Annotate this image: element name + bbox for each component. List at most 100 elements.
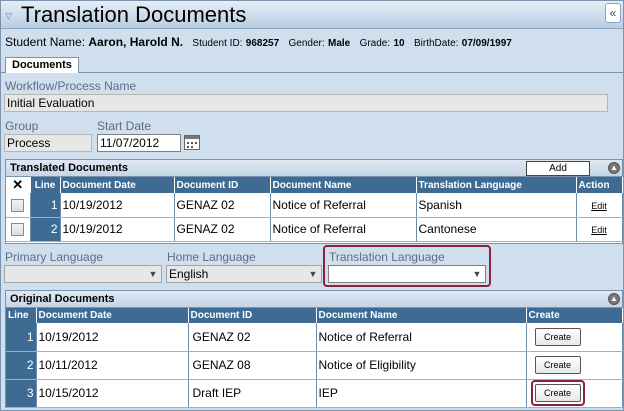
primary-language-select: ▼ [4,265,162,283]
student-id: 968257 [245,38,280,49]
original-documents-panel: Original Documents ▲ Line Document Date … [5,290,623,408]
grade-label: Grade: [359,38,391,49]
action-cell: Edit [576,193,623,218]
table-row: 3 10/15/2012 Draft IEP IEP Create [6,379,623,408]
line-number: 1 [30,193,61,218]
table-row: 1 10/19/2012 GENAZ 02 Notice of Referral… [6,323,623,352]
translation-language: Cantonese [416,217,577,242]
edit-link[interactable]: Edit [591,201,607,211]
document-name: Notice of Referral [270,217,417,242]
original-documents-table: Line Document Date Document ID Document … [6,308,623,408]
document-id: Draft IEP [188,379,317,408]
document-date: 10/19/2012 [60,217,175,242]
document-id: GENAZ 02 [174,217,271,242]
translated-documents-table: ✕ Line Document Date Document ID Documen… [6,177,623,242]
panel-title: Original Documents [10,293,115,305]
primary-language-label: Primary Language [5,250,104,264]
tab-documents[interactable]: Documents [5,57,79,73]
line-number: 2 [30,217,61,242]
translation-language-select[interactable]: ▼ [328,265,486,283]
student-info-bar: Student Name: Aaron, Harold N. Student I… [5,35,518,51]
home-language-select: English ▼ [166,265,322,283]
chevron-down-icon: ▼ [308,269,318,279]
column-header: Document ID [188,308,317,323]
table-header-row: Line Document Date Document ID Document … [6,308,623,323]
select-all-x-icon[interactable]: ✕ [6,177,31,193]
panel-title: Translated Documents [10,162,128,174]
group-field: Process [4,134,92,152]
document-date: 10/19/2012 [36,323,189,352]
document-date: 10/15/2012 [36,379,189,408]
row-checkbox[interactable] [11,198,25,212]
column-header: Action [576,177,623,193]
chevron-down-icon: ▼ [472,269,482,279]
document-id: GENAZ 02 [188,323,317,352]
document-name: IEP [316,379,527,408]
create-cell: Create [526,379,623,408]
document-id: GENAZ 02 [174,193,271,218]
edit-link[interactable]: Edit [591,225,607,235]
add-button[interactable]: Add [526,161,590,176]
document-name: Notice of Referral [270,193,417,218]
student-id-label: Student ID: [192,38,243,49]
document-date: 10/19/2012 [60,193,175,218]
gender-label: Gender: [288,38,325,49]
column-header: Line [6,308,37,323]
gender-value: Male [328,38,351,49]
double-chevron-left-icon[interactable]: « [605,3,621,23]
document-name: Notice of Referral [316,323,527,352]
tab-bar: Documents [1,57,623,73]
create-button[interactable]: Create [534,384,581,402]
row-checkbox[interactable] [11,223,25,237]
student-name: Aaron, Harold N. [88,35,184,49]
line-number: 3 [6,379,37,408]
column-header: Document Date [60,177,175,193]
chevron-down-icon: ▼ [148,269,158,279]
translated-documents-panel: Translated Documents Add ▲ ✕ Line Docume… [5,159,623,244]
action-cell: Edit [576,217,623,242]
student-name-label: Student Name: [5,35,86,49]
translation-documents-window: ▿ Translation Documents « Student Name: … [0,0,624,411]
grade-value: 10 [393,38,405,49]
birthdate-label: BirthDate: [413,38,459,49]
column-header: Document Date [36,308,189,323]
document-id: GENAZ 08 [188,351,317,380]
home-language-value: English [169,267,209,281]
row-checkbox-cell [6,217,31,242]
document-name: Notice of Eligibility [316,351,527,380]
translation-language: Spanish [416,193,577,218]
collapse-panel-icon[interactable]: ▲ [608,162,620,174]
calendar-icon[interactable] [184,135,200,150]
table-header-row: ✕ Line Document Date Document ID Documen… [6,177,623,193]
create-button[interactable]: Create [534,327,581,346]
title-bar: ▿ Translation Documents « [1,1,623,29]
create-button-highlight: Create [530,380,585,406]
table-row: 2 10/19/2012 GENAZ 02 Notice of Referral… [6,217,623,242]
workflow-field: Initial Evaluation [4,94,608,112]
create-cell: Create [526,323,623,352]
panel-header: Original Documents ▲ [6,291,622,308]
column-header: Document ID [174,177,271,193]
column-header: Document Name [270,177,417,193]
column-header: Create [526,308,623,323]
line-number: 1 [6,323,37,352]
table-row: 2 10/11/2012 GENAZ 08 Notice of Eligibil… [6,351,623,380]
page-title: Translation Documents [21,2,247,27]
column-header: Line [30,177,61,193]
row-checkbox-cell [6,193,31,218]
table-row: 1 10/19/2012 GENAZ 02 Notice of Referral… [6,193,623,218]
column-header: Translation Language [416,177,577,193]
collapse-panel-icon[interactable]: ▲ [608,293,620,305]
create-button[interactable]: Create [534,356,581,374]
column-header: Document Name [316,308,527,323]
start-date-input[interactable]: 11/07/2012 [97,134,181,152]
document-date: 10/11/2012 [36,351,189,380]
create-cell: Create [526,351,623,380]
panel-header: Translated Documents Add ▲ [6,160,622,177]
translation-language-label: Translation Language [329,250,445,264]
workflow-label: Workflow/Process Name [5,79,137,93]
group-label: Group [5,119,39,133]
funnel-icon[interactable]: ▿ [5,7,21,23]
line-number: 2 [6,351,37,380]
start-date-label: Start Date [97,119,152,133]
